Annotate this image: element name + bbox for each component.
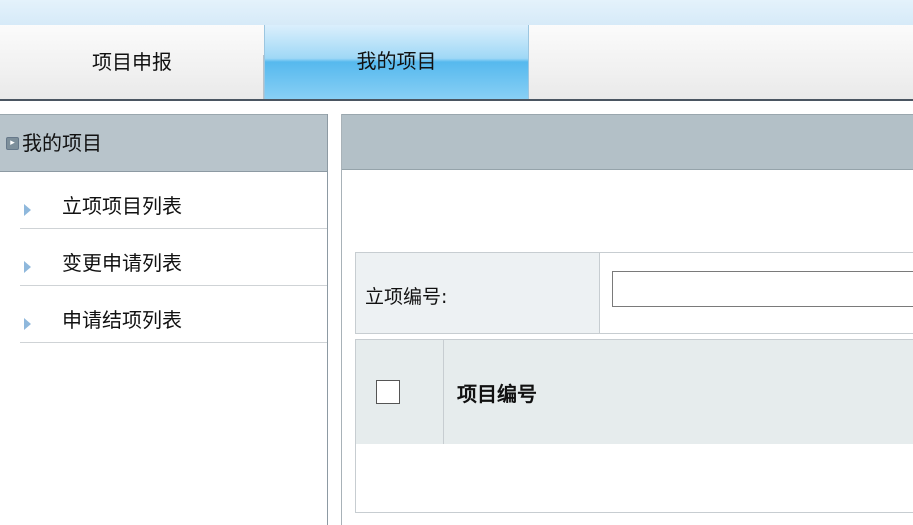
tab-project-declaration[interactable]: 项目申报 bbox=[0, 25, 264, 99]
project-number-label: 立项编号: bbox=[365, 286, 448, 308]
search-label-cell: 立项编号: bbox=[356, 253, 600, 333]
column-header-project-number[interactable]: 项目编号 bbox=[457, 378, 537, 407]
sidebar-item-label: 变更申请列表 bbox=[62, 251, 182, 275]
tab-my-projects[interactable]: 我的项目 bbox=[264, 25, 529, 99]
arrow-right-icon bbox=[24, 204, 31, 216]
sidebar-item-change-requests[interactable]: 变更申请列表 bbox=[20, 229, 327, 286]
arrow-right-icon bbox=[24, 318, 31, 330]
sidebar-item-approved-projects[interactable]: 立项项目列表 bbox=[20, 172, 327, 229]
content-header-bar bbox=[342, 114, 913, 170]
main-content: 立项编号: 项目编号 bbox=[341, 114, 913, 525]
sidebar-item-label: 申请结项列表 bbox=[62, 308, 182, 332]
sidebar-title: 我的项目 bbox=[22, 131, 102, 155]
select-all-checkbox[interactable] bbox=[376, 380, 400, 404]
sidebar: ▸ 我的项目 立项项目列表 变更申请列表 申请结项列表 bbox=[0, 114, 328, 525]
search-form-row: 立项编号: bbox=[355, 252, 913, 334]
main-nav: 项目申报 我的项目 bbox=[0, 25, 913, 101]
project-number-input[interactable] bbox=[612, 271, 913, 307]
top-banner bbox=[0, 0, 913, 25]
table-empty-row bbox=[355, 444, 913, 513]
sidebar-item-closure-requests[interactable]: 申请结项列表 bbox=[20, 286, 327, 343]
expand-icon: ▸ bbox=[6, 137, 19, 150]
sidebar-header[interactable]: ▸ 我的项目 bbox=[0, 114, 327, 172]
select-all-cell bbox=[356, 340, 444, 444]
sidebar-item-label: 立项项目列表 bbox=[62, 194, 182, 218]
table-header-row: 项目编号 bbox=[355, 339, 913, 445]
arrow-right-icon bbox=[24, 261, 31, 273]
